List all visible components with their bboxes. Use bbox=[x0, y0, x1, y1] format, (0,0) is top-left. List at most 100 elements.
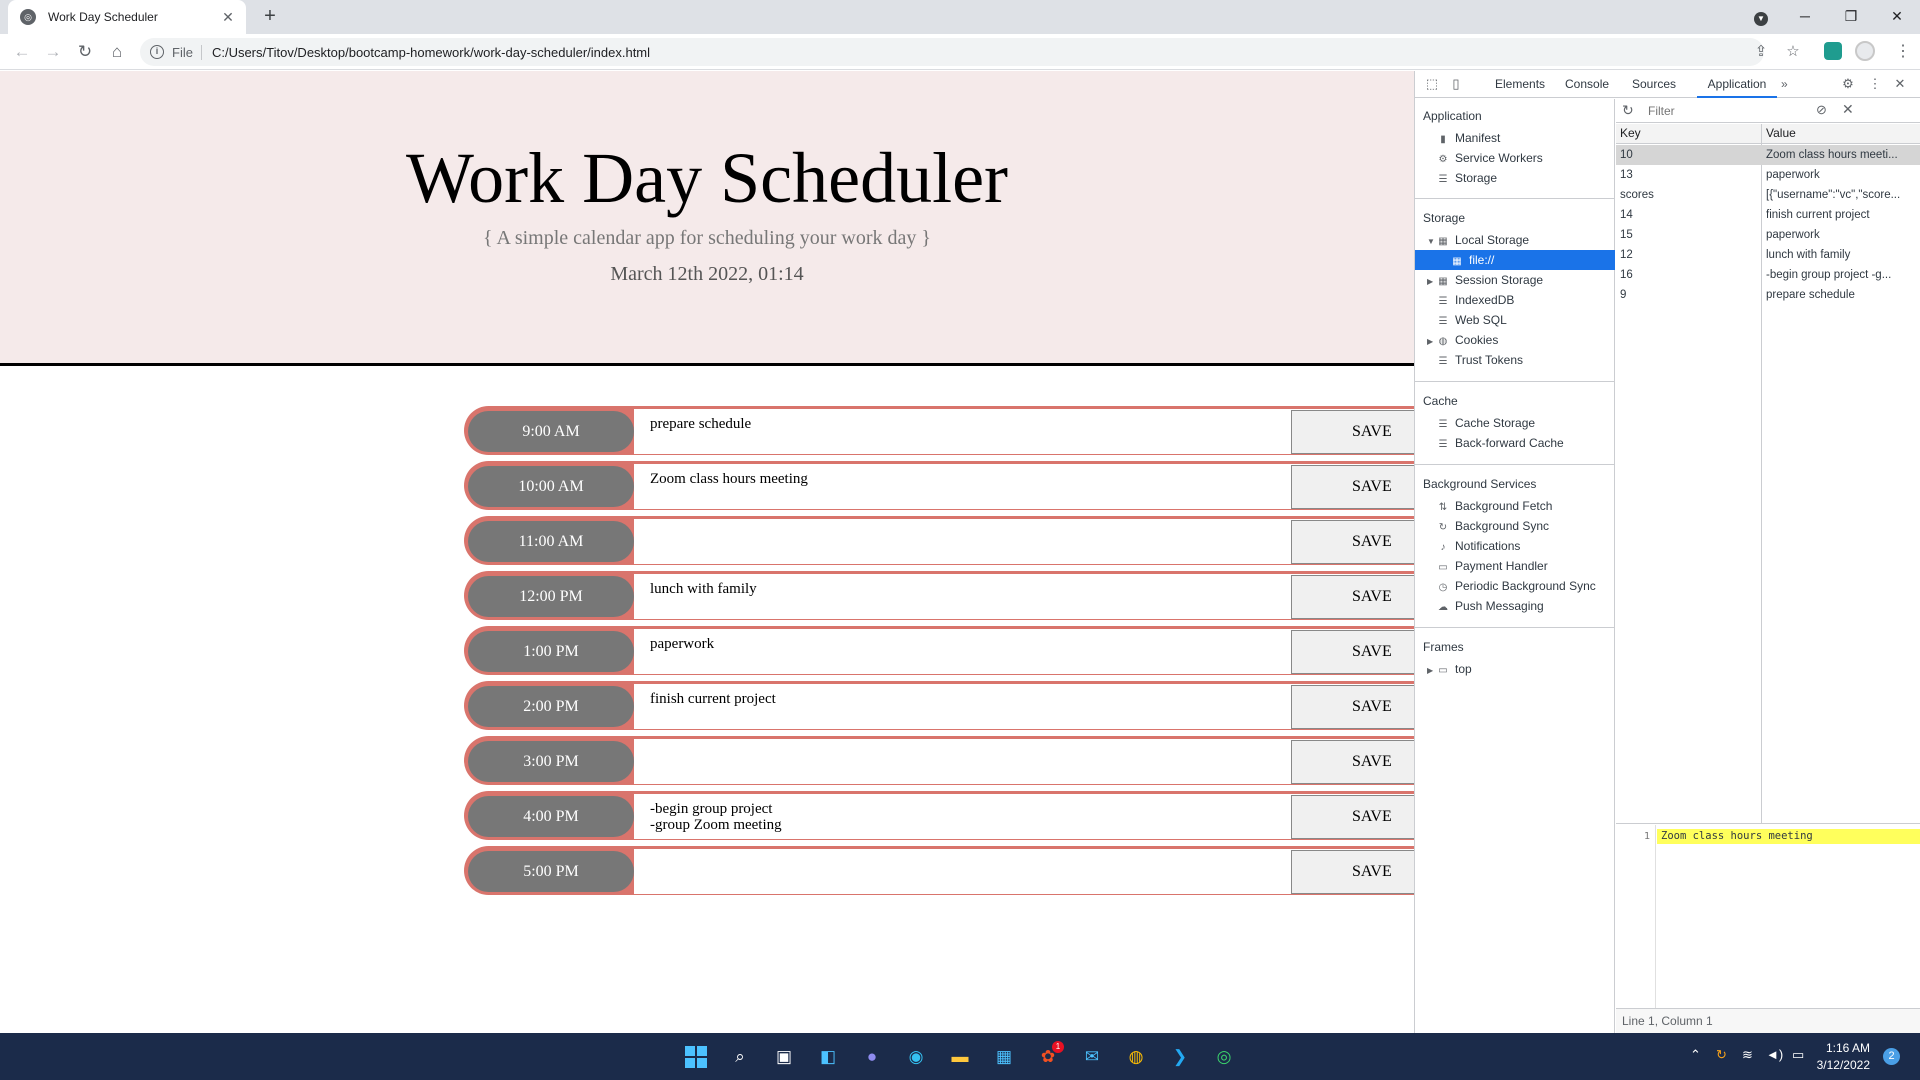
sidebar-item-payment-handler[interactable]: ▭ Payment Handler bbox=[1415, 556, 1615, 576]
start-windows-icon[interactable] bbox=[682, 1043, 710, 1071]
sidebar-item-trust-tokens[interactable]: ☰ Trust Tokens bbox=[1415, 350, 1615, 370]
edge-dev-icon[interactable]: ◎ bbox=[1210, 1043, 1238, 1071]
save-button[interactable]: SAVE bbox=[1291, 575, 1414, 619]
sync-tray-icon[interactable]: ↻ bbox=[1716, 1047, 1727, 1063]
task-view-icon[interactable]: ▣ bbox=[770, 1043, 798, 1071]
sidebar-item-web-sql[interactable]: ☰ Web SQL bbox=[1415, 310, 1615, 330]
save-button[interactable]: SAVE bbox=[1291, 850, 1414, 894]
expand-arrow-icon[interactable]: ▶ bbox=[1427, 332, 1437, 352]
new-tab-button[interactable]: + bbox=[258, 5, 282, 29]
tab-application[interactable]: Application bbox=[1697, 71, 1777, 98]
chrome-icon[interactable]: ◍ bbox=[1122, 1043, 1150, 1071]
sidebar-item-indexeddb[interactable]: ☰ IndexedDB bbox=[1415, 290, 1615, 310]
close-devtools-icon[interactable]: ✕ bbox=[1892, 76, 1908, 92]
expand-arrow-icon[interactable]: ▼ bbox=[1427, 232, 1437, 252]
tab-elements[interactable]: Elements bbox=[1495, 71, 1545, 98]
refresh-icon[interactable]: ↻ bbox=[1622, 102, 1634, 119]
table-row[interactable]: 10 Zoom class hours meeti... bbox=[1616, 145, 1920, 165]
vscode-icon[interactable]: ❯ bbox=[1166, 1043, 1194, 1071]
save-button[interactable]: SAVE bbox=[1291, 795, 1414, 839]
table-row[interactable]: scores [{"username":"vc","score... bbox=[1616, 185, 1920, 205]
table-row[interactable]: 15 paperwork bbox=[1616, 225, 1920, 245]
home-icon[interactable]: ⌂ bbox=[105, 40, 129, 64]
sidebar-item-background-sync[interactable]: ↻ Background Sync bbox=[1415, 516, 1615, 536]
minimize-icon[interactable]: ─ bbox=[1782, 0, 1828, 34]
tab-sources[interactable]: Sources bbox=[1632, 71, 1676, 98]
key-column-header[interactable]: Key bbox=[1620, 126, 1641, 140]
volume-icon[interactable]: ◄) bbox=[1766, 1047, 1783, 1062]
sidebar-item-notifications[interactable]: ♪ Notifications bbox=[1415, 536, 1615, 556]
sidebar-item-service-workers[interactable]: ⚙ Service Workers bbox=[1415, 148, 1615, 168]
mail-icon[interactable]: ✉ bbox=[1078, 1043, 1106, 1071]
sidebar-item-cache-storage[interactable]: ☰ Cache Storage bbox=[1415, 413, 1615, 433]
sidebar-item-session-storage[interactable]: ▶ ▦ Session Storage bbox=[1415, 270, 1615, 290]
table-row[interactable]: 16 -begin group project -g... bbox=[1616, 265, 1920, 285]
wifi-icon[interactable]: ≋ bbox=[1742, 1047, 1753, 1063]
reload-icon[interactable]: ↻ bbox=[73, 40, 97, 64]
device-toolbar-icon[interactable]: ▯ bbox=[1448, 76, 1464, 92]
filter-input[interactable] bbox=[1648, 102, 1798, 120]
inspect-element-icon[interactable]: ⬚ bbox=[1424, 76, 1440, 92]
widgets-icon[interactable]: ◧ bbox=[814, 1043, 842, 1071]
preview-code-line[interactable]: Zoom class hours meeting bbox=[1657, 829, 1920, 844]
edge-browser-icon[interactable]: ◉ bbox=[902, 1043, 930, 1071]
line-number: 1 bbox=[1643, 831, 1650, 842]
back-arrow-icon[interactable]: ← bbox=[10, 40, 34, 64]
taskbar-clock[interactable]: 1:16 AM 3/12/2022 bbox=[1800, 1040, 1870, 1074]
section-title-background-services: Background Services bbox=[1423, 477, 1537, 491]
cloud-icon: ☁ bbox=[1438, 602, 1448, 613]
show-hidden-icons-icon[interactable]: ⌃ bbox=[1690, 1047, 1701, 1063]
save-button[interactable]: SAVE bbox=[1291, 630, 1414, 674]
menu-icon[interactable]: ⋮ bbox=[1891, 40, 1915, 64]
forward-arrow-icon[interactable]: → bbox=[41, 40, 65, 64]
sidebar-item-frame-top[interactable]: ▶ ▭ top bbox=[1415, 659, 1615, 679]
save-button[interactable]: SAVE bbox=[1291, 465, 1414, 509]
search-icon[interactable]: ⌕ bbox=[726, 1043, 754, 1071]
profile-avatar[interactable] bbox=[1855, 41, 1875, 61]
sidebar-item-manifest[interactable]: ▮ Manifest bbox=[1415, 128, 1615, 148]
bookmark-star-icon[interactable]: ☆ bbox=[1781, 40, 1805, 64]
save-button[interactable]: SAVE bbox=[1291, 410, 1414, 454]
notification-badge[interactable]: 2 bbox=[1883, 1048, 1900, 1065]
more-tabs-icon[interactable]: » bbox=[1781, 71, 1788, 98]
save-button[interactable]: SAVE bbox=[1291, 520, 1414, 564]
url-text[interactable]: C:/Users/Titov/Desktop/bootcamp-homework… bbox=[212, 45, 650, 60]
settings-gear-icon[interactable]: ⚙ bbox=[1840, 76, 1856, 92]
sidebar-item-storage[interactable]: ☰ Storage bbox=[1415, 168, 1615, 188]
info-icon[interactable]: i bbox=[150, 45, 164, 59]
sidebar-item-file-origin[interactable]: ▦ file:// bbox=[1415, 250, 1615, 270]
tab-search-icon[interactable]: ▼ bbox=[1738, 0, 1784, 34]
microsoft-store-icon[interactable]: ▦ bbox=[990, 1043, 1018, 1071]
page-subtitle: { A simple calendar app for scheduling y… bbox=[483, 227, 931, 249]
teams-chat-icon[interactable]: ● bbox=[858, 1043, 886, 1071]
sidebar-item-back-forward-cache[interactable]: ☰ Back-forward Cache bbox=[1415, 433, 1615, 453]
table-row[interactable]: 14 finish current project bbox=[1616, 205, 1920, 225]
expand-arrow-icon[interactable]: ▶ bbox=[1427, 661, 1437, 681]
expand-arrow-icon[interactable]: ▶ bbox=[1427, 272, 1437, 292]
sidebar-item-cookies[interactable]: ▶ ◍ Cookies bbox=[1415, 330, 1615, 350]
tab-console[interactable]: Console bbox=[1565, 71, 1609, 98]
file-explorer-icon[interactable]: ▬ bbox=[946, 1043, 974, 1071]
sidebar-item-push-messaging[interactable]: ☁ Push Messaging bbox=[1415, 596, 1615, 616]
table-row[interactable]: 12 lunch with family bbox=[1616, 245, 1920, 265]
value-column-header[interactable]: Value bbox=[1766, 126, 1796, 140]
table-row[interactable]: 13 paperwork bbox=[1616, 165, 1920, 185]
table-row[interactable]: 9 prepare schedule bbox=[1616, 285, 1920, 305]
sidebar-item-background-fetch[interactable]: ⇅ Background Fetch bbox=[1415, 496, 1615, 516]
sidebar-item-periodic-background-sync[interactable]: ◷ Periodic Background Sync bbox=[1415, 576, 1615, 596]
close-window-icon[interactable]: ✕ bbox=[1874, 0, 1920, 34]
browser-tab[interactable]: ◎ Work Day Scheduler ✕ bbox=[8, 0, 246, 34]
save-button[interactable]: SAVE bbox=[1291, 740, 1414, 784]
share-icon[interactable]: ⇪ bbox=[1749, 40, 1773, 64]
sidebar-item-local-storage[interactable]: ▼ ▦ Local Storage bbox=[1415, 230, 1615, 250]
save-button[interactable]: SAVE bbox=[1291, 685, 1414, 729]
delete-selected-icon[interactable]: ✕ bbox=[1842, 101, 1854, 118]
office-app-icon[interactable]: ✿ 1 bbox=[1034, 1041, 1064, 1071]
extension-icon[interactable] bbox=[1824, 42, 1842, 60]
hour-label: 5:00 PM bbox=[468, 851, 634, 892]
close-tab-icon[interactable]: ✕ bbox=[220, 9, 236, 25]
address-bar[interactable]: i File C:/Users/Titov/Desktop/bootcamp-h… bbox=[140, 38, 1764, 66]
clear-all-icon[interactable]: ⊘ bbox=[1816, 102, 1827, 118]
devtools-menu-icon[interactable]: ⋮ bbox=[1867, 76, 1883, 92]
restore-icon[interactable]: ❐ bbox=[1828, 0, 1874, 34]
